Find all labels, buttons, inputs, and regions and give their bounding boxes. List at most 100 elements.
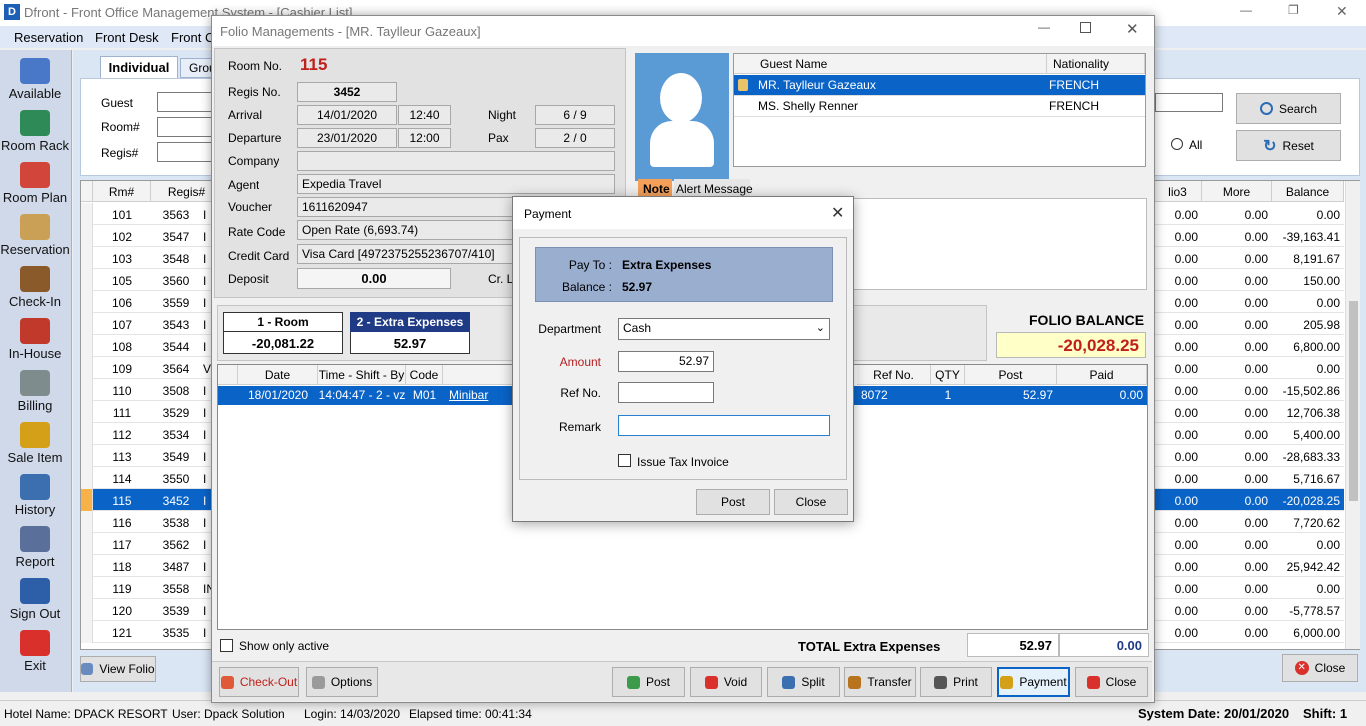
table-row[interactable]: 0.00 0.00 -28,683.33 <box>1154 445 1344 467</box>
table-row[interactable]: 120 3539 I <box>81 599 211 621</box>
app-close-button[interactable]: ✕ <box>1336 3 1348 20</box>
nav-sale-item[interactable]: Sale Item <box>0 414 70 466</box>
grid-col-header[interactable]: Regis# <box>151 181 211 202</box>
table-row[interactable]: 0.00 0.00 -15,502.86 <box>1154 379 1344 401</box>
search-button[interactable]: Search <box>1236 93 1341 124</box>
table-row[interactable]: 0.00 0.00 -39,163.41 <box>1154 225 1344 247</box>
tx-col-header[interactable]: Time - Shift - By <box>318 365 406 385</box>
table-row[interactable]: 109 3564 V <box>81 357 211 379</box>
split-button[interactable]: Split <box>767 667 840 697</box>
amount-input[interactable]: 52.97 <box>618 351 714 372</box>
table-row[interactable]: 0.00 0.00 -5,778.57 <box>1154 599 1344 621</box>
table-row[interactable]: 0.00 0.00 0.00 <box>1154 357 1344 379</box>
tx-col-header-desc[interactable] <box>443 365 513 385</box>
table-row[interactable]: 118 3487 I <box>81 555 211 577</box>
menu-reservation[interactable]: Reservation <box>14 30 83 45</box>
payment-button[interactable]: Payment <box>997 667 1070 697</box>
tx-col-header[interactable]: Post <box>965 365 1057 385</box>
payment-close-button[interactable]: Close <box>774 489 848 515</box>
table-row[interactable]: 0.00 0.00 6,000.00 <box>1154 621 1344 643</box>
table-row[interactable]: 107 3543 I <box>81 313 211 335</box>
table-row[interactable]: 0.00 0.00 0.00 <box>1154 533 1344 555</box>
table-row[interactable]: 108 3544 I <box>81 335 211 357</box>
table-row[interactable]: 0.00 0.00 12,706.38 <box>1154 401 1344 423</box>
table-row[interactable]: 0.00 0.00 0.00 <box>1154 577 1344 599</box>
guest-filter-input[interactable] <box>157 92 213 112</box>
table-row[interactable]: 0.00 0.00 -20,028.25 <box>1154 489 1344 511</box>
grid-scrollbar[interactable] <box>1345 181 1360 649</box>
grid-col-header[interactable]: lio3 <box>1154 181 1202 202</box>
folio-close-action-button[interactable]: Close <box>1075 667 1148 697</box>
table-row[interactable]: 113 3549 I <box>81 445 211 467</box>
payment-close-icon[interactable]: ✕ <box>831 203 844 223</box>
tx-col-header[interactable]: Date <box>238 365 318 385</box>
folio-minimize-button[interactable]: — <box>1038 20 1050 34</box>
table-row[interactable]: 0.00 0.00 5,400.00 <box>1154 423 1344 445</box>
nav-check-in[interactable]: Check-In <box>0 258 70 310</box>
table-row[interactable]: 111 3529 I <box>81 401 211 423</box>
void-button[interactable]: Void <box>690 667 762 697</box>
minimize-button[interactable]: — <box>1240 3 1252 17</box>
nav-room-rack[interactable]: Room Rack <box>0 102 70 154</box>
table-row[interactable]: 0.00 0.00 6,800.00 <box>1154 335 1344 357</box>
reset-button[interactable]: ↻ Reset <box>1236 130 1341 161</box>
table-row[interactable]: 110 3508 I <box>81 379 211 401</box>
grid-col-header[interactable]: Balance <box>1272 181 1344 202</box>
table-row[interactable]: 0.00 0.00 25,942.42 <box>1154 555 1344 577</box>
remark-input[interactable] <box>618 415 830 436</box>
nav-exit[interactable]: Exit <box>0 622 70 674</box>
options-button[interactable]: Options <box>306 667 378 697</box>
tx-col-header[interactable]: Code <box>406 365 443 385</box>
regis-filter-input[interactable] <box>157 142 213 162</box>
nav-in-house[interactable]: In-House <box>0 310 70 362</box>
table-row[interactable]: 106 3559 I <box>81 291 211 313</box>
checkout-button[interactable]: Check-Out <box>219 667 299 697</box>
room-filter-input[interactable] <box>157 117 213 137</box>
post-button[interactable]: Post <box>612 667 685 697</box>
table-row[interactable]: 0.00 0.00 8,191.67 <box>1154 247 1344 269</box>
print-button[interactable]: Print <box>920 667 992 697</box>
table-row[interactable]: 0.00 0.00 205.98 <box>1154 313 1344 335</box>
table-row[interactable]: 0.00 0.00 7,720.62 <box>1154 511 1344 533</box>
grid-col-header[interactable]: Rm# <box>93 181 151 202</box>
table-row[interactable]: 103 3548 I <box>81 247 211 269</box>
all-radio[interactable] <box>1171 138 1183 150</box>
menu-front-cashier[interactable]: Front C <box>171 30 214 45</box>
nav-billing[interactable]: Billing <box>0 362 70 414</box>
table-row[interactable]: 112 3534 I <box>81 423 211 445</box>
table-row[interactable]: 0.00 0.00 0.00 <box>1154 203 1344 225</box>
table-row[interactable]: 117 3562 I <box>81 533 211 555</box>
nav-report[interactable]: Report <box>0 518 70 570</box>
tx-col-header[interactable]: Paid <box>1057 365 1147 385</box>
payment-post-button[interactable]: Post <box>696 489 770 515</box>
ref-input[interactable] <box>618 382 714 403</box>
tx-col-header[interactable]: QTY <box>931 365 965 385</box>
tx-col-header[interactable]: Ref No. <box>857 365 931 385</box>
transfer-button[interactable]: Transfer <box>844 667 916 697</box>
department-select[interactable]: Cash ⌄ <box>618 318 830 340</box>
nav-reservation[interactable]: Reservation <box>0 206 70 258</box>
cashier-close-button[interactable]: ✕ Close <box>1282 654 1358 682</box>
scroll-thumb[interactable] <box>1349 301 1358 501</box>
grid-col-header[interactable]: More <box>1202 181 1272 202</box>
nav-available[interactable]: Available <box>0 50 70 102</box>
table-row[interactable]: 0.00 0.00 5,716.67 <box>1154 467 1344 489</box>
show-active-checkbox[interactable] <box>220 639 233 652</box>
table-row[interactable]: 101 3563 I <box>81 203 211 225</box>
table-row[interactable]: 119 3558 IN <box>81 577 211 599</box>
table-row[interactable]: 105 3560 I <box>81 269 211 291</box>
table-row[interactable]: 121 3535 I <box>81 621 211 643</box>
table-row[interactable]: 116 3538 I <box>81 511 211 533</box>
folio-maximize-button[interactable] <box>1080 22 1091 33</box>
nav-history[interactable]: History <box>0 466 70 518</box>
tax-invoice-checkbox[interactable] <box>618 454 631 467</box>
view-folio-button[interactable]: View Folio <box>80 656 156 682</box>
menu-front-desk[interactable]: Front Desk <box>95 30 159 45</box>
guest-col-name[interactable]: Guest Name <box>734 54 1047 74</box>
nav-sign-out[interactable]: Sign Out <box>0 570 70 622</box>
restore-button[interactable]: ❐ <box>1288 3 1299 17</box>
table-row[interactable]: 115 3452 I <box>81 489 211 511</box>
table-row[interactable]: 0.00 0.00 0.00 <box>1154 291 1344 313</box>
table-row[interactable]: 114 3550 I <box>81 467 211 489</box>
guest-col-nationality[interactable]: Nationality <box>1047 54 1145 74</box>
